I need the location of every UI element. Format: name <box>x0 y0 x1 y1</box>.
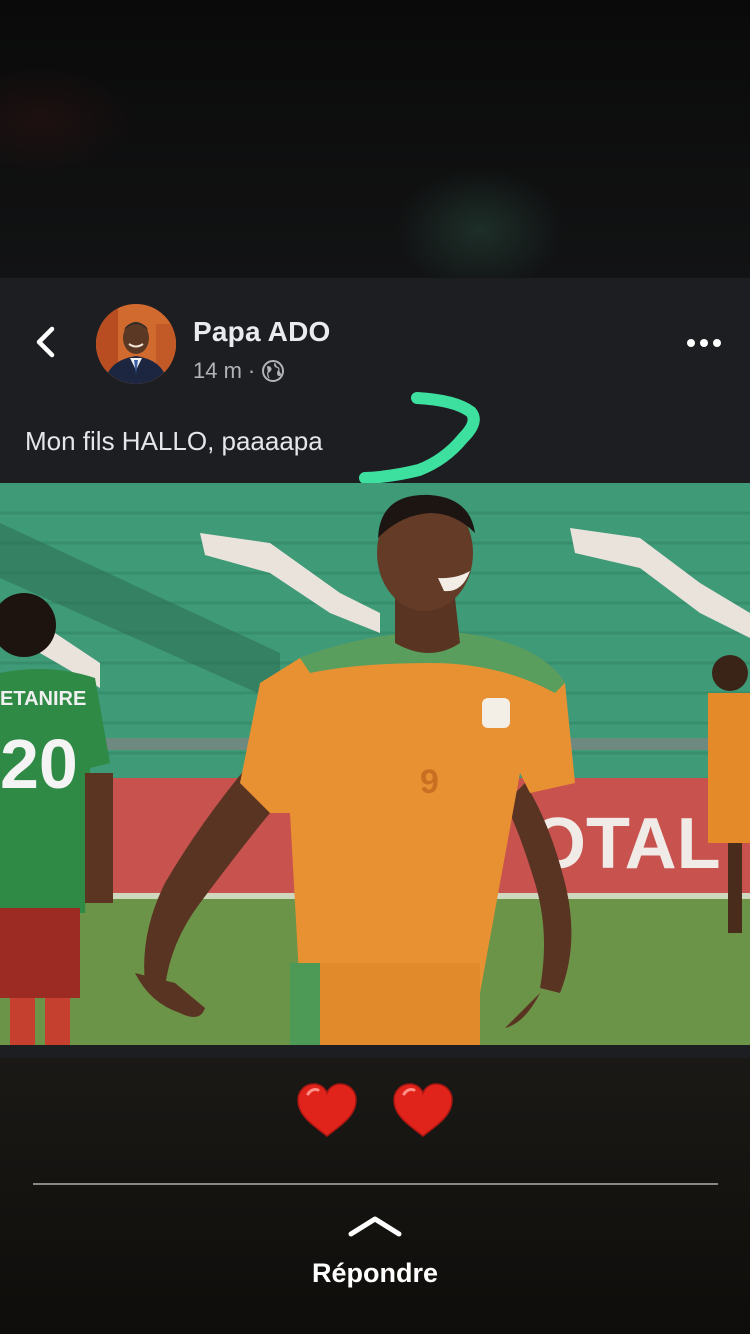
author-name[interactable]: Papa ADO <box>193 316 331 348</box>
heart-icon[interactable] <box>392 1082 454 1140</box>
divider <box>33 1183 718 1185</box>
post-caption: Mon fils HALLO, paaaapa <box>25 426 323 456</box>
opponent-name-text: ETANIRE <box>0 688 86 710</box>
back-button[interactable] <box>26 322 66 362</box>
chevron-left-icon <box>36 326 55 358</box>
meta-separator: · <box>247 358 256 383</box>
annotation-scribble <box>359 392 480 484</box>
story-post-card: Papa ADO 14 m · Mon fils HALLO, paaaapa <box>0 278 750 1058</box>
post-time: 14 m <box>193 358 242 383</box>
avatar-image <box>96 304 176 384</box>
player-number-text: 9 <box>420 763 439 801</box>
blurred-background <box>0 0 750 278</box>
post-photo[interactable]: OTAL ETANIRE 20 9 <box>0 483 750 1045</box>
globe-icon <box>262 360 285 382</box>
post-header: Papa ADO 14 m · <box>0 278 750 398</box>
opponent-number-text: 20 <box>0 725 78 803</box>
more-horizontal-icon <box>687 339 721 347</box>
more-options-button[interactable] <box>682 328 726 358</box>
reply-button[interactable]: Répondre <box>0 1258 750 1289</box>
reactions-row <box>0 1082 750 1153</box>
heart-icon[interactable] <box>296 1082 358 1140</box>
avatar[interactable] <box>96 304 176 384</box>
story-footer: Répondre <box>0 1058 750 1334</box>
post-meta: 14 m · <box>193 358 285 384</box>
chevron-up-icon[interactable] <box>346 1214 404 1238</box>
